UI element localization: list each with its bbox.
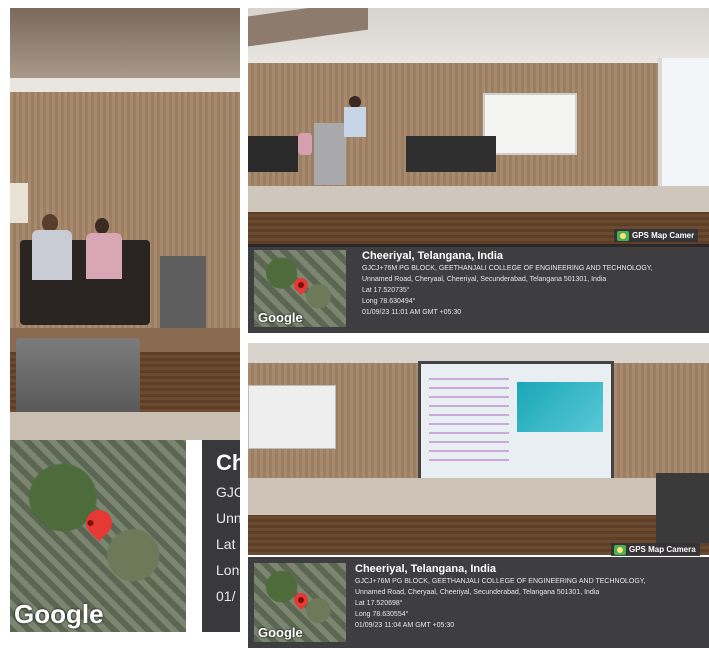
projector-screen bbox=[418, 361, 614, 482]
slide-graphic bbox=[517, 382, 603, 432]
google-logo: Google bbox=[258, 310, 303, 325]
podium bbox=[314, 123, 346, 185]
wooden-wall bbox=[248, 63, 658, 193]
gps-address-2: Unnamed Road, Cheryaal, Cheeriyal, Secun… bbox=[355, 589, 600, 596]
google-logo: Google bbox=[258, 625, 303, 640]
speaker-box bbox=[656, 473, 709, 543]
stage-floor bbox=[248, 186, 709, 212]
badge-label: GPS Map Camer bbox=[632, 231, 695, 240]
gps-text: Cheeriyal, Telangana, India GJCJ+76M PG … bbox=[362, 250, 653, 316]
gps-address: GJCJ+76M PG BLOCK, GEETHANJALI COLLEGE O… bbox=[355, 578, 646, 585]
gps-address-2: Unn bbox=[216, 510, 240, 526]
photo-bottom-right-projector: GPS Map Camera Google Cheeriyal, Telanga… bbox=[248, 343, 709, 648]
gps-datetime: 01/ bbox=[216, 588, 236, 604]
gps-datetime: 01/09/23 11:01 AM GMT +05:30 bbox=[362, 309, 462, 316]
map-pin-icon bbox=[291, 590, 311, 610]
gps-place: Cheeriyal, Telangana, India bbox=[362, 250, 504, 262]
slide-text-lines bbox=[429, 378, 509, 468]
podium bbox=[160, 256, 206, 328]
whiteboard bbox=[483, 93, 577, 155]
gps-text: Ch GJC Unn Lat Lon 01/ bbox=[202, 440, 240, 632]
seated-person bbox=[298, 133, 312, 155]
person-shirt bbox=[32, 230, 72, 280]
gps-map-thumbnail: Google bbox=[254, 563, 346, 642]
gps-map-thumbnail: Google bbox=[254, 250, 346, 327]
gps-text: Cheeriyal, Telangana, India GJCJ+76M PG … bbox=[355, 563, 646, 629]
gps-lat: Lat bbox=[216, 536, 236, 552]
wall-switchboard bbox=[10, 183, 28, 223]
gps-long: Long 78.630494° bbox=[362, 298, 416, 305]
gps-map-camera-badge: GPS Map Camera bbox=[611, 543, 700, 556]
google-logo: Google bbox=[14, 599, 104, 629]
camera-icon bbox=[614, 545, 626, 555]
stage-floor bbox=[248, 478, 709, 518]
gps-long: Long 78.630554° bbox=[355, 611, 409, 618]
gps-lat: Lat 17.520698° bbox=[355, 600, 403, 607]
whiteboard bbox=[248, 385, 336, 449]
photo-top-right-speaker: GPS Map Camer Google Cheeriyal, Telangan… bbox=[248, 8, 709, 333]
chair bbox=[248, 136, 298, 172]
badge-label: GPS Map Camera bbox=[629, 545, 696, 554]
gps-address: GJCJ+76M PG BLOCK, GEETHANJALI COLLEGE O… bbox=[362, 265, 653, 272]
gps-place: Ch bbox=[216, 450, 240, 475]
map-pin-icon bbox=[80, 504, 118, 542]
ceiling-light-strip bbox=[10, 78, 240, 92]
person-head bbox=[95, 218, 109, 234]
gps-datetime: 01/09/23 11:04 AM GMT +05:30 bbox=[355, 622, 455, 629]
gps-overlay: Google Cheeriyal, Telangana, India GJCJ+… bbox=[248, 244, 709, 333]
person-dress bbox=[86, 233, 122, 279]
window bbox=[658, 58, 709, 188]
ceiling bbox=[248, 343, 709, 363]
floor bbox=[10, 412, 240, 440]
ceiling bbox=[10, 8, 240, 78]
gps-map-camera-badge: GPS Map Camer bbox=[614, 229, 699, 242]
chairs-row bbox=[406, 136, 496, 172]
speaker-shirt bbox=[344, 107, 366, 137]
camera-icon bbox=[617, 231, 629, 241]
photo-left-seated-guests: Google Ch GJC Unn Lat Lon 01/ bbox=[10, 8, 240, 632]
gps-lat: Lat 17.520735° bbox=[362, 287, 410, 294]
gps-long: Lon bbox=[216, 562, 240, 578]
gps-place: Cheeriyal, Telangana, India bbox=[355, 563, 497, 575]
gps-address: GJC bbox=[216, 484, 240, 500]
gps-map-thumbnail: Google bbox=[10, 440, 186, 632]
map-pin-icon bbox=[291, 275, 311, 295]
gps-overlay: Google Ch GJC Unn Lat Lon 01/ bbox=[10, 440, 240, 632]
gps-address-2: Unnamed Road, Cheryaal, Cheeriyal, Secun… bbox=[362, 276, 607, 283]
gps-overlay: Google Cheeriyal, Telangana, India GJCJ+… bbox=[248, 557, 709, 648]
